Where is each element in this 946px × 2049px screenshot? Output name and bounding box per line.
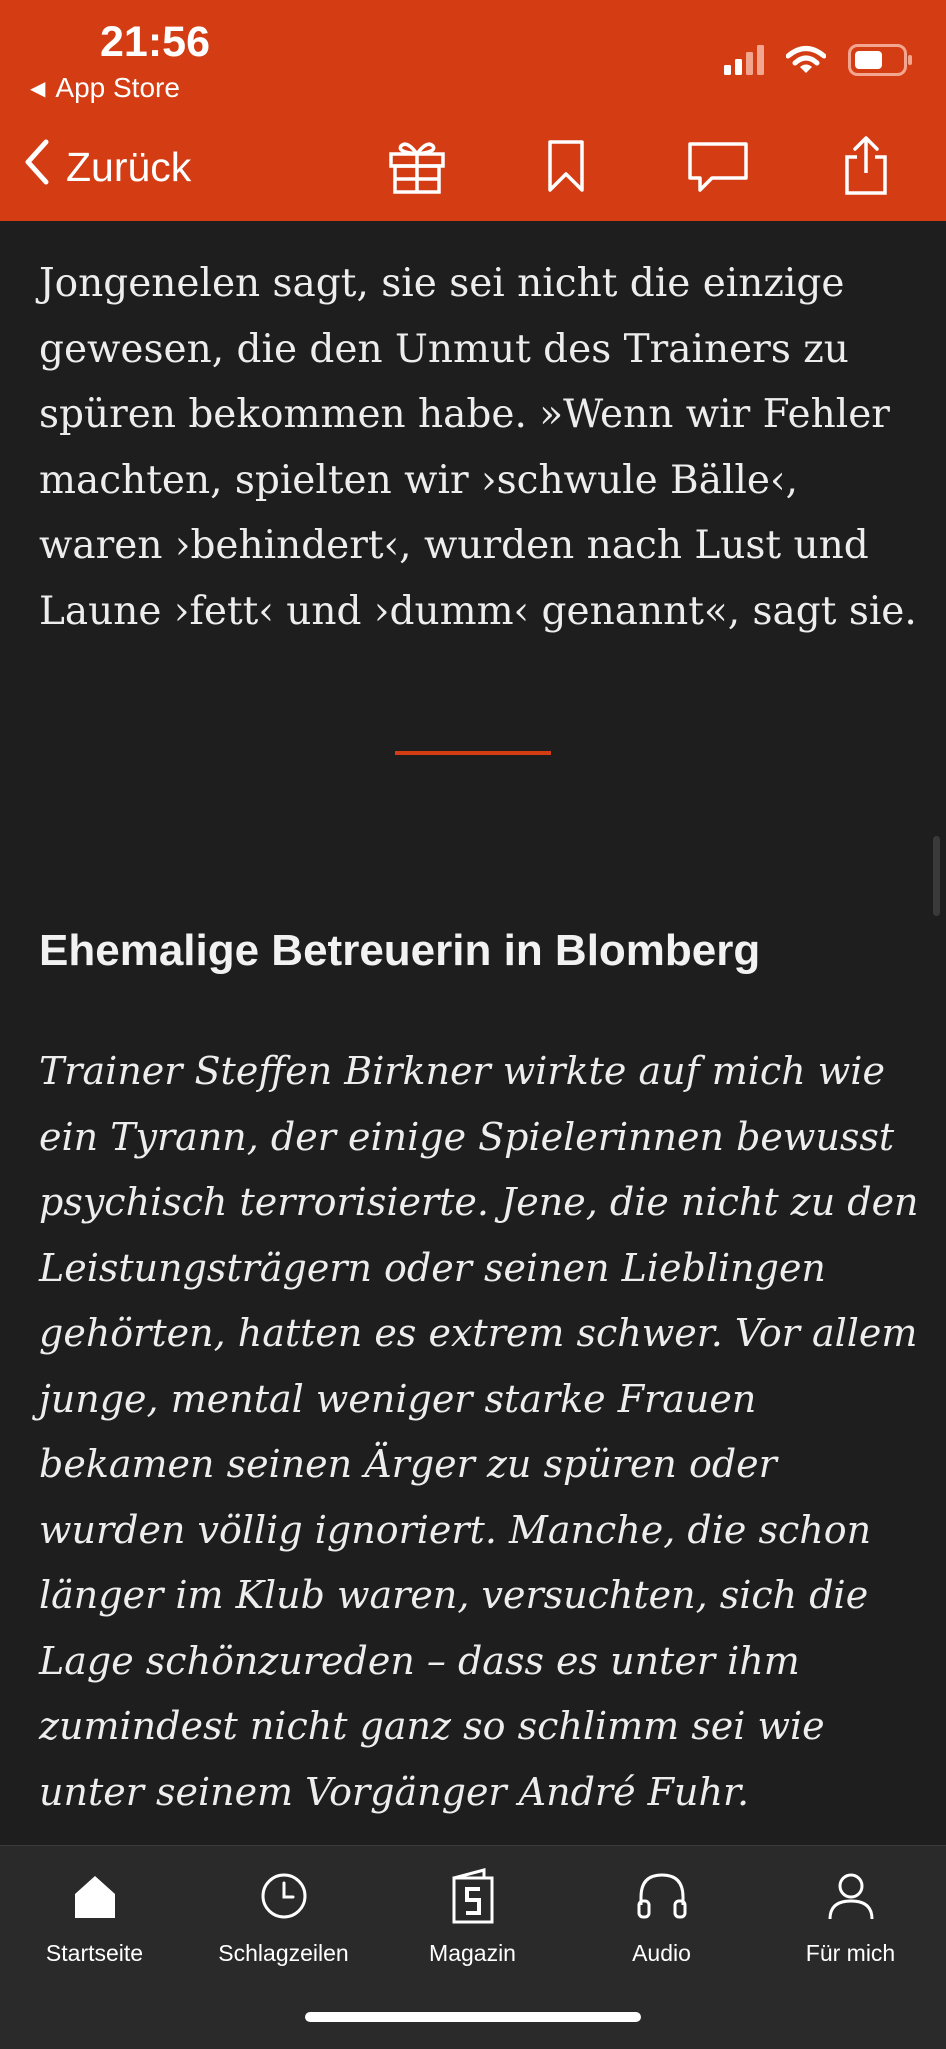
tab-label: Für mich	[805, 1940, 896, 1966]
tab-startseite[interactable]: Startseite	[0, 1868, 189, 1967]
tab-label: Startseite	[45, 1940, 144, 1966]
tab-label: Audio	[632, 1940, 691, 1966]
section-divider	[395, 751, 551, 755]
back-to-app-store[interactable]: ◀ App Store	[30, 72, 180, 104]
signal-icon	[724, 45, 764, 79]
tab-label: Magazin	[429, 1940, 516, 1966]
home-icon	[67, 1868, 123, 1924]
back-app-label: App Store	[55, 72, 180, 103]
wifi-icon	[785, 45, 827, 79]
share-icon	[841, 135, 891, 201]
section-subheading: Ehemalige Betreuerin in Blomberg	[39, 926, 761, 975]
home-indicator[interactable]	[305, 2012, 641, 2022]
bookmark-button[interactable]	[528, 130, 604, 206]
clock-icon	[256, 1868, 312, 1924]
back-triangle-icon: ◀	[30, 77, 46, 100]
top-bar: 21:56 ◀ App Store Zurück	[0, 0, 946, 221]
tab-schlagzeilen[interactable]: Schlagzeilen	[189, 1868, 378, 1967]
article-paragraph: Jongenelen sagt, sie sei nicht die einzi…	[39, 261, 917, 634]
battery-icon	[848, 44, 914, 80]
headphones-icon	[634, 1868, 690, 1924]
gift-icon	[387, 136, 447, 200]
article-content[interactable]: Jongenelen sagt, sie sei nicht die einzi…	[0, 221, 946, 1845]
comment-button[interactable]	[680, 130, 756, 206]
magazine-icon	[445, 1868, 501, 1924]
tab-bar: Startseite Schlagzeilen Magazin Audio Fü…	[0, 1845, 946, 2049]
share-button[interactable]	[828, 130, 904, 206]
status-icons	[724, 44, 914, 80]
tab-magazin[interactable]: Magazin	[378, 1868, 567, 1967]
status-time: 21:56	[100, 18, 210, 66]
person-icon	[823, 1868, 879, 1924]
tab-fuer-mich[interactable]: Für mich	[756, 1868, 945, 1967]
gift-button[interactable]	[379, 130, 455, 206]
tab-label: Schlagzeilen	[218, 1940, 349, 1966]
quote-paragraph: Trainer Steffen Birkner wirkte auf mich …	[39, 1049, 919, 1814]
tab-audio[interactable]: Audio	[567, 1868, 756, 1967]
bookmark-icon	[544, 138, 588, 198]
nav-actions	[0, 130, 946, 206]
comment-icon	[686, 138, 750, 198]
scrollbar[interactable]	[933, 836, 940, 916]
